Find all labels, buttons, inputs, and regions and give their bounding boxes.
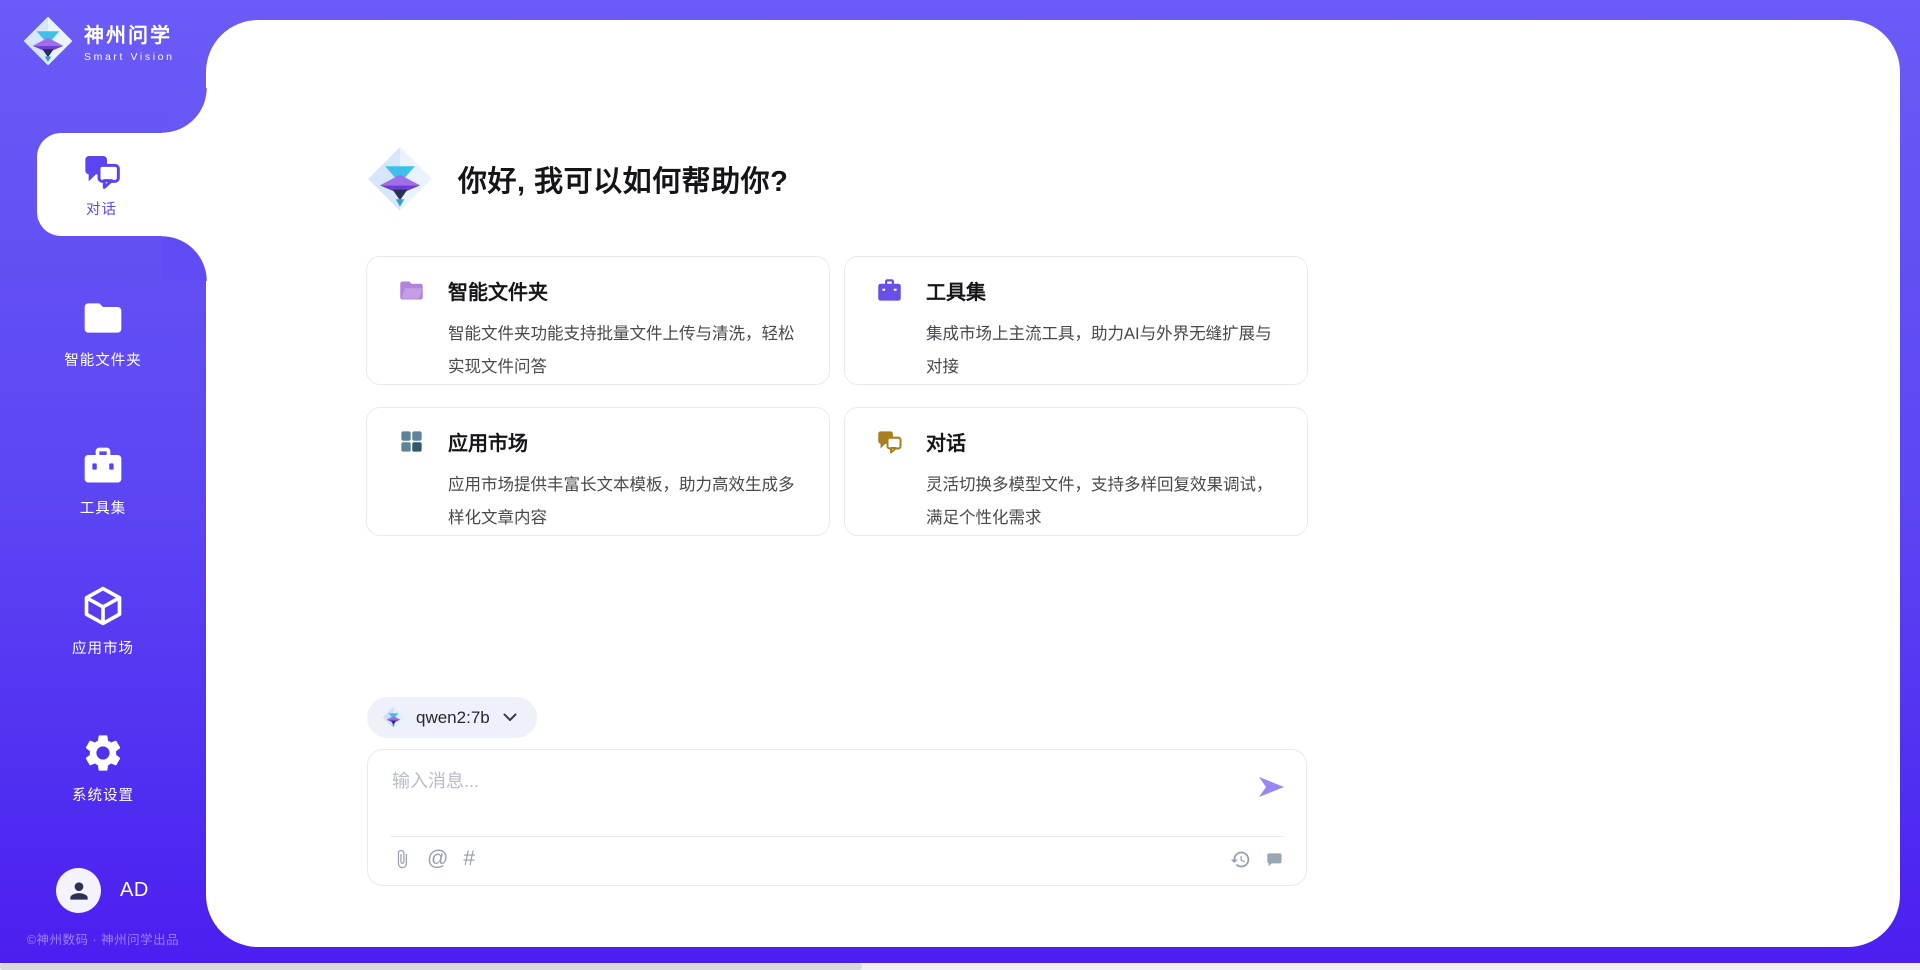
message-input[interactable] bbox=[392, 767, 1222, 819]
sidebar-item-label: 智能文件夹 bbox=[64, 349, 142, 370]
sidebar-item-label: 应用市场 bbox=[72, 637, 134, 658]
model-name: qwen2:7b bbox=[416, 708, 490, 728]
sidebar-footer-text: ©神州数码 · 神州问学出品 bbox=[0, 929, 206, 948]
card-app-market[interactable]: 应用市场 应用市场提供丰富长文本模板，助力高效生成多样化文章内容 bbox=[366, 407, 830, 536]
mention-button[interactable]: @ bbox=[427, 848, 448, 870]
sidebar-item-label: 系统设置 bbox=[72, 784, 134, 805]
brand: 神州问学 Smart Vision bbox=[22, 15, 175, 67]
sidebar-item-app-market[interactable]: 应用市场 bbox=[0, 584, 206, 658]
card-description: 应用市场提供丰富长文本模板，助力高效生成多样化文章内容 bbox=[448, 469, 808, 535]
toolbox-icon bbox=[81, 444, 125, 488]
feature-cards: 智能文件夹 智能文件夹功能支持批量文件上传与清洗，轻松实现文件问答 工具集 集成… bbox=[366, 256, 1308, 536]
card-smart-folder[interactable]: 智能文件夹 智能文件夹功能支持批量文件上传与清洗，轻松实现文件问答 bbox=[366, 256, 830, 385]
active-tab-fillet-bottom bbox=[162, 236, 207, 281]
at-icon: @ bbox=[427, 848, 448, 870]
chat-bubble-icon bbox=[1264, 850, 1284, 870]
composer-tools-left: @ # bbox=[392, 848, 475, 870]
hash-icon: # bbox=[463, 848, 475, 870]
folder-icon bbox=[81, 296, 125, 340]
attach-button[interactable] bbox=[392, 848, 412, 870]
model-diamond-logo bbox=[382, 706, 405, 729]
feedback-button[interactable] bbox=[1264, 850, 1284, 870]
avatar bbox=[56, 868, 101, 913]
toolbox-icon bbox=[876, 277, 903, 304]
brand-diamond-logo bbox=[22, 15, 74, 67]
sidebar-item-toolset[interactable]: 工具集 bbox=[0, 444, 206, 518]
composer-divider bbox=[390, 836, 1284, 837]
brand-subtitle: Smart Vision bbox=[84, 51, 175, 63]
horizontal-scrollbar-track bbox=[0, 963, 1920, 970]
send-button[interactable] bbox=[1256, 772, 1286, 802]
user-menu[interactable]: AD bbox=[56, 868, 149, 913]
active-tab-fillet-top bbox=[162, 88, 207, 133]
message-composer: @ # bbox=[367, 749, 1307, 886]
greeting-diamond-logo bbox=[366, 145, 434, 213]
sidebar-item-settings[interactable]: 系统设置 bbox=[0, 731, 206, 805]
sidebar-item-chat[interactable]: 对话 bbox=[37, 133, 208, 236]
sidebar-item-smart-folder[interactable]: 智能文件夹 bbox=[0, 296, 206, 370]
cube-icon bbox=[81, 584, 125, 628]
topic-button[interactable]: # bbox=[463, 848, 475, 870]
card-title: 智能文件夹 bbox=[448, 276, 548, 305]
composer-tools-right bbox=[1230, 849, 1284, 870]
card-title: 应用市场 bbox=[448, 427, 528, 456]
brand-text: 神州问学 Smart Vision bbox=[84, 19, 175, 63]
history-clock-icon bbox=[1230, 849, 1251, 870]
sidebar-item-label: 对话 bbox=[86, 198, 117, 219]
grid-icon bbox=[398, 428, 425, 455]
card-description: 灵活切换多模型文件，支持多样回复效果调试，满足个性化需求 bbox=[926, 469, 1286, 535]
paperclip-icon bbox=[392, 848, 412, 870]
card-title: 对话 bbox=[926, 427, 966, 456]
brand-name: 神州问学 bbox=[84, 19, 175, 48]
folder-icon bbox=[398, 277, 425, 304]
horizontal-scrollbar-thumb[interactable] bbox=[0, 963, 862, 970]
card-description: 集成市场上主流工具，助力AI与外界无缝扩展与对接 bbox=[926, 318, 1286, 384]
app-window: 神州问学 Smart Vision 对话 智能文件夹 工具集 bbox=[0, 0, 1920, 970]
user-name: AD bbox=[120, 879, 149, 902]
chat-icon bbox=[876, 428, 903, 455]
sidebar-item-label: 工具集 bbox=[80, 497, 127, 518]
card-toolset[interactable]: 工具集 集成市场上主流工具，助力AI与外界无缝扩展与对接 bbox=[844, 256, 1308, 385]
card-title: 工具集 bbox=[926, 276, 986, 305]
send-icon bbox=[1256, 772, 1286, 802]
card-chat[interactable]: 对话 灵活切换多模型文件，支持多样回复效果调试，满足个性化需求 bbox=[844, 407, 1308, 536]
chevron-down-icon bbox=[503, 713, 517, 722]
chat-icon bbox=[82, 151, 122, 191]
person-icon bbox=[66, 878, 92, 904]
page-greeting: 你好, 我可以如何帮助你? bbox=[458, 158, 788, 200]
card-description: 智能文件夹功能支持批量文件上传与清洗，轻松实现文件问答 bbox=[448, 318, 808, 384]
greeting-block: 你好, 我可以如何帮助你? bbox=[366, 145, 788, 213]
gear-icon bbox=[81, 731, 125, 775]
model-selector[interactable]: qwen2:7b bbox=[367, 697, 537, 738]
history-button[interactable] bbox=[1230, 849, 1251, 870]
